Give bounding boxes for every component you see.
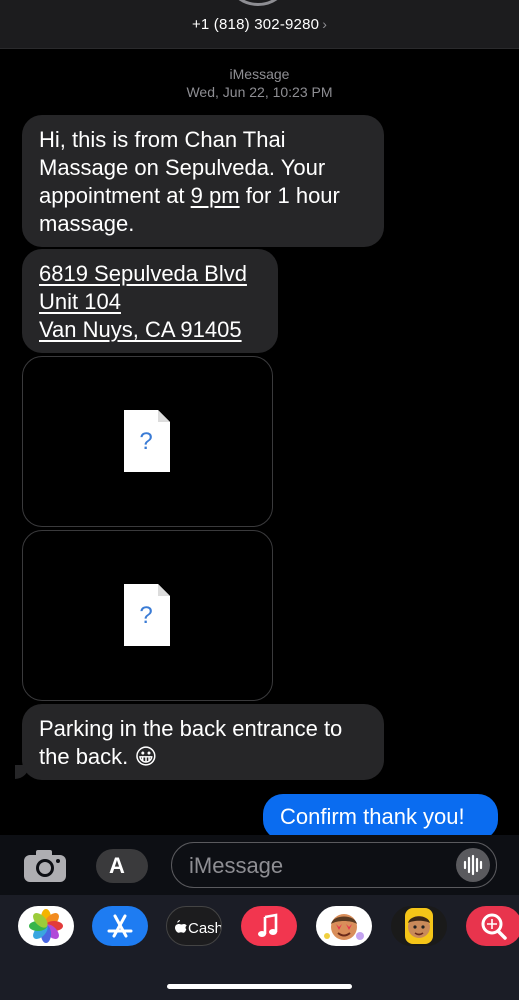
- cash-label: Cash: [188, 920, 222, 937]
- message-timestamp: Wed, Jun 22, 10:23 PM: [186, 84, 333, 100]
- received-message-bubble[interactable]: Parking in the back entrance to the back…: [22, 704, 384, 780]
- conversation-header: +1 (818) 302-9280 ›: [0, 0, 519, 49]
- message-placeholder: iMessage: [189, 853, 284, 878]
- received-message-bubble[interactable]: Hi, this is from Chan Thai Massage on Se…: [22, 115, 384, 247]
- address-link-line1[interactable]: 6819 Sepulveda Blvd: [39, 261, 247, 286]
- image-search-icon[interactable]: [466, 906, 519, 946]
- image-attachment-bubble[interactable]: ?: [22, 530, 273, 701]
- missing-image-glyph: ?: [139, 428, 152, 455]
- sent-message-bubble[interactable]: Confirm thank you!: [263, 794, 498, 840]
- message-text: Parking in the back entrance to the back…: [39, 716, 343, 769]
- address-message-bubble[interactable]: 6819 Sepulveda Blvd Unit 104 Van Nuys, C…: [22, 249, 278, 353]
- missing-image-icon: ?: [124, 584, 170, 646]
- audio-message-button[interactable]: [456, 848, 490, 882]
- image-attachment-bubble[interactable]: ?: [22, 356, 273, 527]
- message-service-label: iMessage: [229, 66, 290, 82]
- home-indicator[interactable]: [167, 984, 352, 989]
- camera-icon[interactable]: [22, 848, 70, 884]
- apps-button[interactable]: A: [96, 849, 148, 883]
- app-store-glyph-icon: A: [109, 853, 125, 878]
- memoji-stickers-icon[interactable]: [316, 906, 372, 946]
- contact-name-button[interactable]: +1 (818) 302-9280 ›: [0, 16, 519, 33]
- waveform-icon: [463, 854, 483, 876]
- app-store-icon[interactable]: [92, 906, 148, 946]
- contact-number: +1 (818) 302-9280: [191, 16, 320, 33]
- message-input[interactable]: iMessage: [171, 842, 497, 888]
- music-app-icon[interactable]: [241, 906, 297, 946]
- contact-avatar[interactable]: [224, 0, 292, 6]
- animoji-icon[interactable]: [391, 906, 447, 946]
- apple-cash-icon[interactable]: Cash: [166, 906, 222, 946]
- grinning-emoji: 😀: [134, 744, 158, 769]
- chevron-right-icon: ›: [322, 16, 328, 32]
- message-text: Confirm thank you!: [280, 804, 465, 829]
- address-link-line2[interactable]: Unit 104: [39, 289, 121, 314]
- photos-app-icon[interactable]: [18, 906, 74, 946]
- missing-image-icon: ?: [124, 410, 170, 472]
- address-link-line3[interactable]: Van Nuys, CA 91405: [39, 317, 242, 342]
- time-link[interactable]: 9 pm: [191, 183, 240, 208]
- missing-image-glyph: ?: [139, 602, 152, 629]
